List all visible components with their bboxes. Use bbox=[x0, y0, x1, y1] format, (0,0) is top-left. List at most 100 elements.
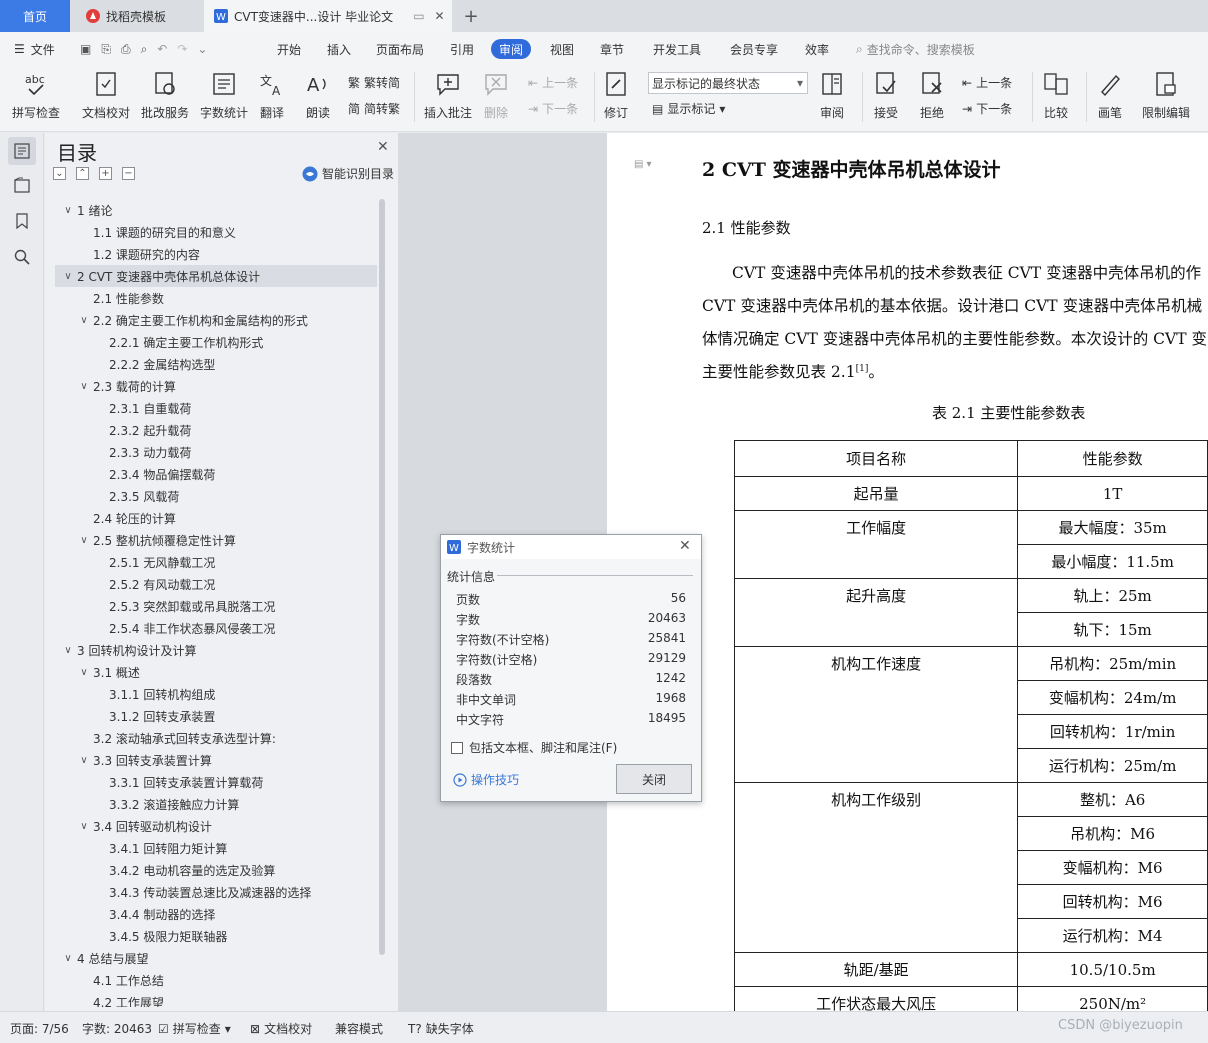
toc-item[interactable]: 2.5.3 突然卸载或吊具脱落工况 bbox=[55, 595, 377, 617]
pen-button[interactable]: 画笔 bbox=[1096, 70, 1124, 121]
chevron-down-icon[interactable]: ∨ bbox=[61, 271, 75, 282]
toc-item[interactable]: ∨ 3.1 概述 bbox=[55, 661, 377, 683]
toc-item[interactable]: 3.2 滚动轴承式回转支承选型计算: bbox=[55, 727, 377, 749]
toc-item[interactable]: ∨ 3.4 回转驱动机构设计 bbox=[55, 815, 377, 837]
toc-item[interactable]: 4.2 工作展望 bbox=[55, 991, 377, 1008]
close-button[interactable]: 关闭 bbox=[616, 764, 692, 794]
citation-mark[interactable]: [1] bbox=[856, 364, 869, 374]
status-proof[interactable]: ⊠ 文档校对 bbox=[250, 1020, 312, 1037]
menu-review[interactable]: 审阅 bbox=[491, 39, 532, 59]
toc-item[interactable]: 2.5.1 无风静载工况 bbox=[55, 551, 377, 573]
toc-item[interactable]: ∨ 2.2 确定主要工作机构和金属结构的形式 bbox=[55, 309, 377, 331]
read-aloud-button[interactable]: A 朗读 bbox=[304, 70, 332, 121]
toc-item[interactable]: 1.1 课题的研究目的和意义 bbox=[55, 221, 377, 243]
spell-check-button[interactable]: abc 拼写检查 bbox=[12, 70, 60, 121]
command-search[interactable]: ⌕ 查找命令、搜索模板 bbox=[856, 39, 975, 59]
toc-item[interactable]: ∨ 2 CVT 变速器中壳体吊机总体设计 bbox=[55, 265, 377, 287]
missing-font[interactable]: T? 缺失字体 bbox=[408, 1020, 474, 1037]
review-pane-button[interactable]: 审阅 bbox=[818, 70, 846, 121]
menu-insert[interactable]: 插入 bbox=[327, 39, 351, 59]
menu-view[interactable]: 视图 bbox=[550, 39, 574, 59]
markup-display-select[interactable]: 显示标记的最终状态 ▾ bbox=[648, 72, 808, 94]
chevron-down-icon[interactable]: ∨ bbox=[77, 315, 91, 326]
toc-item[interactable]: 2.2.1 确定主要工作机构形式 bbox=[55, 331, 377, 353]
chevron-down-icon[interactable]: ∨ bbox=[61, 205, 75, 216]
tab-window-icon[interactable]: ▭ bbox=[413, 9, 424, 23]
correction-service-button[interactable]: 批改服务 bbox=[141, 70, 189, 121]
prev-comment-button[interactable]: ⇤ 上一条 bbox=[528, 74, 578, 91]
translate-button[interactable]: 文A 翻译 bbox=[258, 70, 286, 121]
menu-member[interactable]: 会员专享 bbox=[730, 39, 778, 59]
toc-item[interactable]: ∨ 3 回转机构设计及计算 bbox=[55, 639, 377, 661]
toc-item[interactable]: 2.3.2 起升载荷 bbox=[55, 419, 377, 441]
menu-layout[interactable]: 页面布局 bbox=[376, 39, 424, 59]
new-tab-button[interactable]: + bbox=[458, 0, 484, 32]
bookmark-icon[interactable] bbox=[8, 207, 36, 235]
export-icon[interactable]: ⎘ bbox=[101, 42, 111, 57]
quick-access-more-icon[interactable]: ⌄ bbox=[197, 42, 207, 56]
toc-item[interactable]: 3.4.3 传动装置总速比及减速器的选择 bbox=[55, 881, 377, 903]
chevron-down-icon[interactable]: ∨ bbox=[77, 381, 91, 392]
toc-item[interactable]: 2.1 性能参数 bbox=[55, 287, 377, 309]
toc-item[interactable]: 2.3.3 动力载荷 bbox=[55, 441, 377, 463]
find-icon[interactable] bbox=[8, 243, 36, 271]
compare-button[interactable]: 比较 bbox=[1042, 70, 1070, 121]
menu-start[interactable]: 开始 bbox=[277, 39, 301, 59]
next-change-button[interactable]: ⇥ 下一条 bbox=[962, 100, 1012, 117]
file-menu[interactable]: ☰ 文件 bbox=[14, 39, 55, 59]
redo-icon[interactable]: ↷ bbox=[177, 42, 187, 56]
toc-item[interactable]: 2.5.4 非工作状态暴风侵袭工况 bbox=[55, 617, 377, 639]
minus-icon[interactable]: − bbox=[122, 167, 135, 180]
menu-efficiency[interactable]: 效率 bbox=[805, 39, 829, 59]
toc-item[interactable]: 3.4.5 极限力矩联轴器 bbox=[55, 925, 377, 947]
toc-item[interactable]: 3.4.4 制动器的选择 bbox=[55, 903, 377, 925]
prev-change-button[interactable]: ⇤ 上一条 bbox=[962, 74, 1012, 91]
toc-item[interactable]: 2.3.1 自重载荷 bbox=[55, 397, 377, 419]
toc-pane-icon[interactable] bbox=[8, 137, 36, 165]
word-count-indicator[interactable]: 字数: 20463 bbox=[82, 1020, 152, 1037]
collapse-all-icon[interactable]: ⌄ bbox=[53, 167, 66, 180]
undo-icon[interactable]: ↶ bbox=[157, 42, 167, 56]
reject-change-button[interactable]: 拒绝 bbox=[918, 70, 946, 121]
chevron-down-icon[interactable]: ∨ bbox=[77, 755, 91, 766]
close-icon[interactable]: ✕ bbox=[679, 538, 691, 554]
toc-item[interactable]: 2.3.4 物品偏摆载荷 bbox=[55, 463, 377, 485]
doc-proof-button[interactable]: 文档校对 bbox=[82, 70, 130, 121]
chevron-down-icon[interactable]: ∨ bbox=[77, 535, 91, 546]
save-icon[interactable]: ▣ bbox=[80, 42, 91, 56]
toc-item[interactable]: ∨ 2.5 整机抗倾覆稳定性计算 bbox=[55, 529, 377, 551]
trad-to-simp-button[interactable]: 繁繁转简 bbox=[348, 74, 400, 91]
show-markup-button[interactable]: ▤ 显示标记 ▾ bbox=[652, 100, 725, 117]
toc-scrollbar[interactable] bbox=[379, 199, 385, 955]
menu-reference[interactable]: 引用 bbox=[450, 39, 474, 59]
next-comment-button[interactable]: ⇥ 下一条 bbox=[528, 100, 578, 117]
tab-home[interactable]: 首页 bbox=[0, 0, 70, 32]
toc-item[interactable]: 3.1.2 回转支承装置 bbox=[55, 705, 377, 727]
chevron-down-icon[interactable]: ∨ bbox=[77, 667, 91, 678]
track-changes-button[interactable]: 修订 bbox=[602, 70, 630, 121]
tab-close-icon[interactable]: ✕ bbox=[435, 9, 445, 23]
toc-item[interactable]: ∨ 2.3 载荷的计算 bbox=[55, 375, 377, 397]
toc-item[interactable]: 3.4.1 回转阻力矩计算 bbox=[55, 837, 377, 859]
toc-item[interactable]: ∨ 3.3 回转支承装置计算 bbox=[55, 749, 377, 771]
print-preview-icon[interactable]: ⌕ bbox=[141, 42, 148, 57]
chevron-down-icon[interactable]: ∨ bbox=[61, 953, 75, 964]
restrict-edit-button[interactable]: 限制编辑 bbox=[1142, 70, 1190, 121]
word-count-button[interactable]: 字数统计 bbox=[200, 70, 248, 121]
menu-devtools[interactable]: 开发工具 bbox=[653, 39, 701, 59]
include-textbox-checkbox[interactable]: 包括文本框、脚注和尾注(F) bbox=[451, 739, 617, 756]
menu-chapter[interactable]: 章节 bbox=[600, 39, 624, 59]
plus-icon[interactable]: + bbox=[99, 167, 112, 180]
paragraph-menu-icon[interactable]: ▤ ▾ bbox=[634, 159, 651, 170]
toc-item[interactable]: 1.2 课题研究的内容 bbox=[55, 243, 377, 265]
page-indicator[interactable]: 页面: 7/56 bbox=[10, 1020, 69, 1037]
toc-item[interactable]: ∨ 4 总结与展望 bbox=[55, 947, 377, 969]
toc-item[interactable]: 2.2.2 金属结构选型 bbox=[55, 353, 377, 375]
toc-item[interactable]: 3.1.1 回转机构组成 bbox=[55, 683, 377, 705]
accept-change-button[interactable]: 接受 bbox=[872, 70, 900, 121]
toc-item[interactable]: 2.4 轮压的计算 bbox=[55, 507, 377, 529]
expand-up-icon[interactable]: ⌃ bbox=[76, 167, 89, 180]
tab-document[interactable]: W CVT变速器中...设计 毕业论文 ▭ ✕ bbox=[204, 0, 452, 32]
chevron-down-icon[interactable]: ∨ bbox=[61, 645, 75, 656]
chevron-down-icon[interactable]: ∨ bbox=[77, 821, 91, 832]
